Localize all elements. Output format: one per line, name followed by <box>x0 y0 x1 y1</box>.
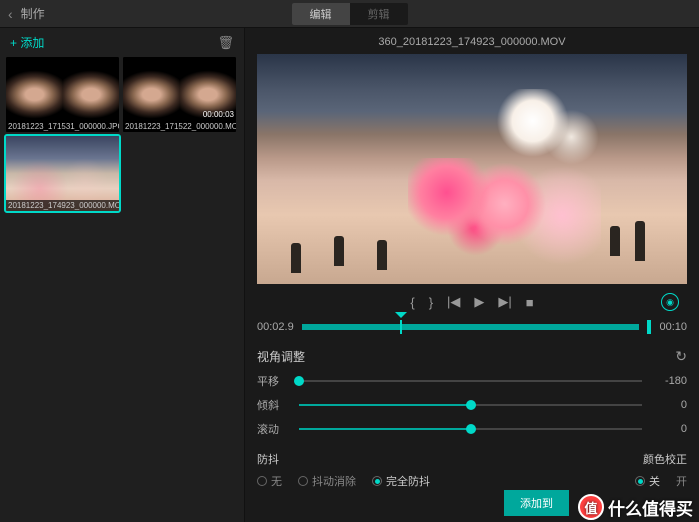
mode-tabs: 编辑 剪辑 <box>292 3 408 25</box>
reset-icon[interactable]: ↻ <box>675 348 687 365</box>
thumb-duration: 00:00:03 <box>203 110 234 119</box>
transport-controls: { } |◀ ▶ ▶| ■ ◉ <box>257 284 687 316</box>
roll-slider[interactable] <box>299 428 642 430</box>
thumb-filename: 20181223_174923_000000.MOV <box>6 200 119 211</box>
media-sidebar: + 添加 🗑 20181223_171531_000000.JPG 00:00:… <box>0 28 245 522</box>
thumb-filename: 20181223_171531_000000.JPG <box>6 121 119 132</box>
gyro-icon[interactable]: ◉ <box>661 293 679 311</box>
mark-out-button[interactable]: } <box>429 295 433 310</box>
watermark-text: 什么值得买 <box>608 495 693 520</box>
timeline-track[interactable] <box>302 324 640 330</box>
pan-slider[interactable] <box>299 380 642 382</box>
media-thumb[interactable]: 20181223_171531_000000.JPG <box>6 57 119 132</box>
timeline: 00:02.9 00:10 <box>257 316 687 344</box>
tilt-label: 倾斜 <box>257 397 289 413</box>
stabilize-options: 无 抖动消除 完全防抖 <box>257 473 430 489</box>
pan-label: 平移 <box>257 373 289 389</box>
playhead[interactable] <box>400 320 402 334</box>
color-on[interactable]: 开 <box>676 473 687 489</box>
current-filename: 360_20181223_174923_000000.MOV <box>257 36 687 48</box>
roll-label: 滚动 <box>257 421 289 437</box>
back-icon[interactable]: ‹ <box>8 6 13 22</box>
stop-button[interactable]: ■ <box>526 295 534 310</box>
play-button[interactable]: ▶ <box>474 294 484 310</box>
pan-value: -180 <box>652 375 687 387</box>
timeline-end-marker[interactable] <box>647 320 651 334</box>
media-thumb[interactable]: 00:00:03 20181223_171522_000000.MOV <box>123 57 236 132</box>
media-thumb[interactable]: 20181223_174923_000000.MOV <box>6 136 119 211</box>
trash-icon[interactable]: 🗑 <box>217 35 234 51</box>
prev-frame-button[interactable]: |◀ <box>447 294 460 310</box>
app-header: ‹ 制作 编辑 剪辑 <box>0 0 699 28</box>
tab-edit[interactable]: 编辑 <box>292 3 350 25</box>
header-title: 制作 <box>21 5 45 22</box>
tilt-slider[interactable] <box>299 404 642 406</box>
stabilize-full[interactable]: 完全防抖 <box>372 473 430 489</box>
watermark-badge: 值 <box>578 494 604 520</box>
mark-in-button[interactable]: { <box>410 295 414 310</box>
stabilize-remove[interactable]: 抖动消除 <box>298 473 356 489</box>
color-off[interactable]: 关 <box>635 473 660 489</box>
tilt-value: 0 <box>652 399 687 411</box>
next-frame-button[interactable]: ▶| <box>498 294 511 310</box>
color-title: 颜色校正 <box>635 451 687 467</box>
video-preview[interactable] <box>257 54 687 284</box>
stabilize-title: 防抖 <box>257 451 430 467</box>
editor-panel: 360_20181223_174923_000000.MOV { } |◀ ▶ … <box>245 28 699 522</box>
time-current: 00:02.9 <box>257 321 294 333</box>
add-to-button[interactable]: 添加到 <box>504 490 569 516</box>
adjust-title: 视角调整 <box>257 348 305 365</box>
watermark: 值 什么值得买 <box>578 494 693 520</box>
color-options: 关 开 <box>635 473 687 489</box>
roll-value: 0 <box>652 423 687 435</box>
add-media-button[interactable]: + 添加 <box>10 34 44 51</box>
stabilize-none[interactable]: 无 <box>257 473 282 489</box>
tab-clip[interactable]: 剪辑 <box>350 3 408 25</box>
thumb-filename: 20181223_171522_000000.MOV <box>123 121 236 132</box>
time-total: 00:10 <box>659 321 687 333</box>
